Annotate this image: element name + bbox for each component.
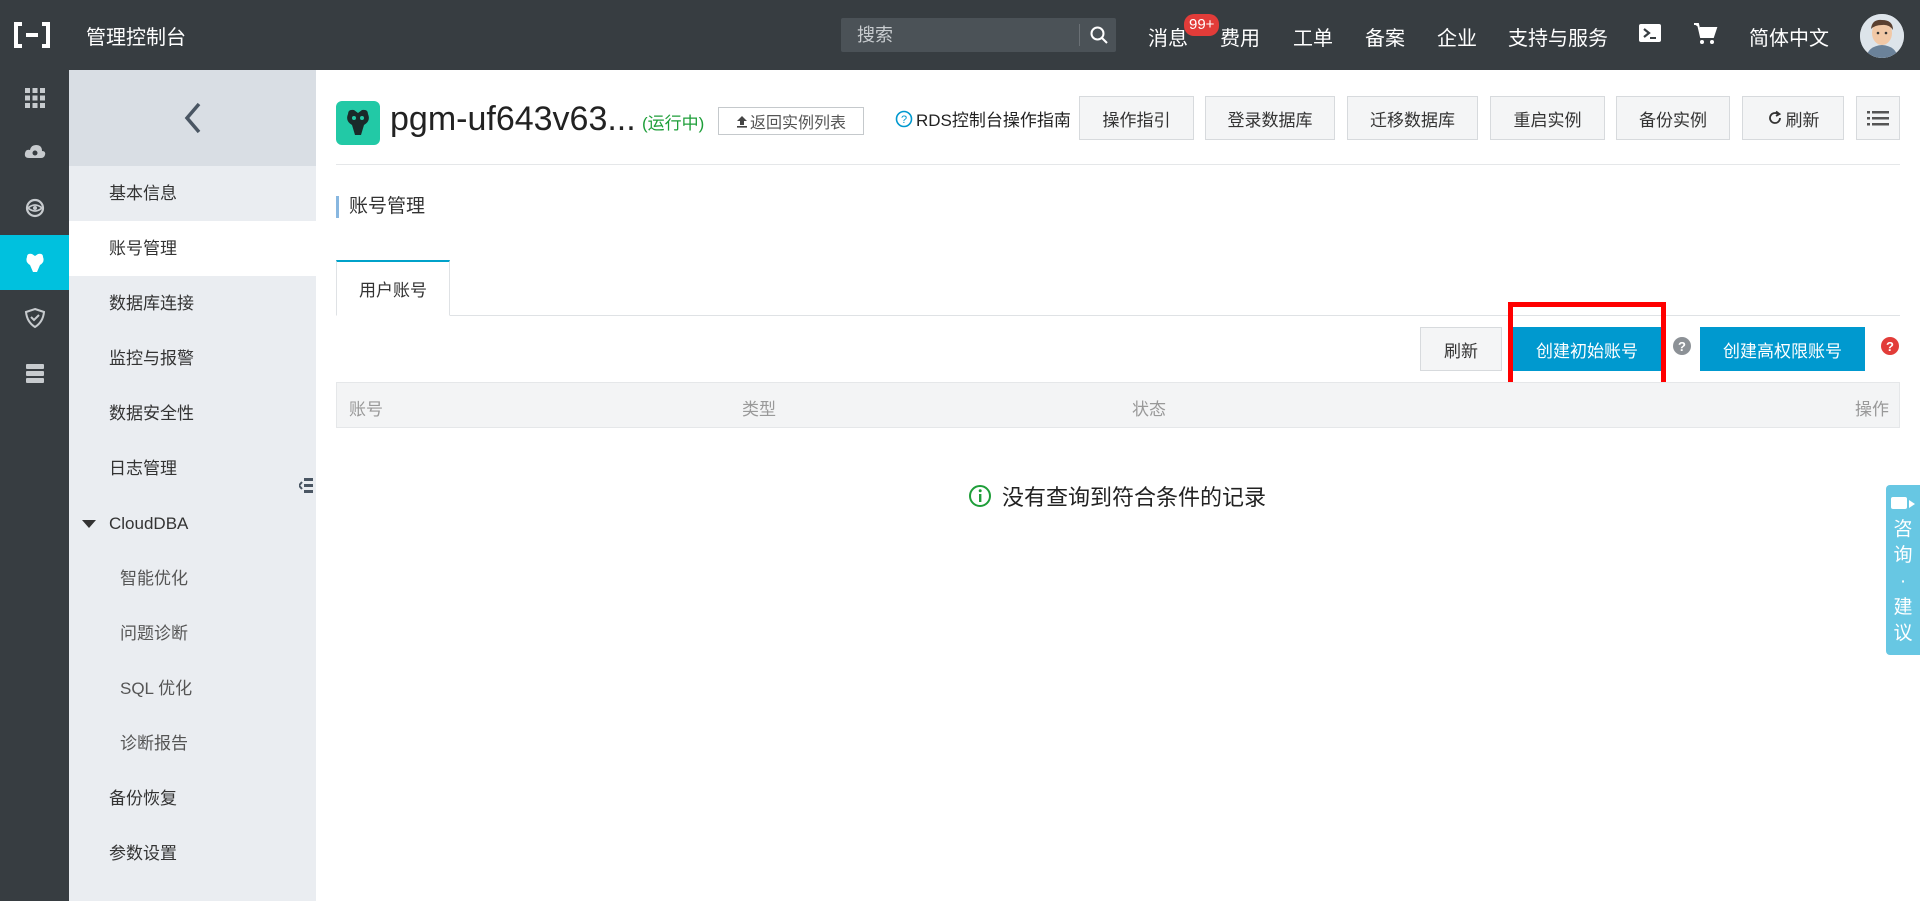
consult-char: 议 [1893, 623, 1913, 644]
rail-rds[interactable] [0, 235, 69, 290]
language-switch[interactable]: 简体中文 [1749, 22, 1829, 51]
empty-state-text: 没有查询到符合条件的记录 [1002, 485, 1267, 510]
login-database-button[interactable]: 登录数据库 [1205, 96, 1335, 140]
nav-messages[interactable]: 消息 [1148, 22, 1188, 51]
create-initial-help-icon[interactable]: ? [1673, 337, 1691, 355]
chat-icon [1891, 497, 1915, 509]
consult-char: · [1899, 571, 1907, 592]
sidebar-back-button[interactable] [69, 70, 316, 166]
info-icon [969, 485, 991, 507]
operation-guide-button[interactable]: 操作指引 [1079, 96, 1194, 140]
consult-suggest-widget[interactable]: 咨 询 · 建 议 [1886, 485, 1920, 655]
messages-badge: 99+ [1184, 14, 1220, 36]
rail-monitor[interactable] [0, 180, 69, 235]
sidebar-group-clouddba[interactable]: CloudDBA [69, 496, 316, 551]
restart-instance-button[interactable]: 重启实例 [1490, 96, 1605, 140]
cloud-server-icon [24, 144, 45, 158]
upload-arrow-icon [736, 115, 747, 128]
terminal-icon[interactable] [1637, 20, 1663, 46]
console-title[interactable]: 管理控制台 [86, 21, 186, 50]
create-privileged-account-button[interactable]: 创建高权限账号 [1700, 327, 1865, 371]
rds-guide-link[interactable]: ? RDS控制台操作指南 [895, 106, 1071, 131]
user-avatar-icon [1860, 14, 1904, 58]
collapse-list-icon [298, 478, 313, 493]
consult-char: 询 [1893, 545, 1913, 566]
nav-billing[interactable]: 费用 [1220, 22, 1260, 51]
sidebar-item-basic-info[interactable]: 基本信息 [69, 166, 316, 221]
migrate-database-button[interactable]: 迁移数据库 [1347, 96, 1478, 140]
accounts-table-header: 账号 类型 状态 操作 [336, 382, 1900, 428]
rail-ecs[interactable] [0, 125, 69, 180]
search-box [841, 18, 1116, 52]
refresh-instance-label: 刷新 [1785, 110, 1820, 130]
sidebar: 基本信息 账号管理 数据库连接 监控与报警 数据安全性 日志管理 CloudDB… [69, 70, 316, 901]
nav-filing[interactable]: 备案 [1365, 22, 1405, 51]
column-type: 类型 [742, 400, 776, 419]
list-menu-icon [1867, 111, 1889, 126]
avatar[interactable] [1860, 14, 1904, 58]
server-stack-icon [25, 363, 44, 383]
rail-all-products[interactable] [0, 70, 69, 125]
consult-char: 建 [1893, 597, 1913, 618]
rail-storage[interactable] [0, 345, 69, 400]
rail-security[interactable] [0, 290, 69, 345]
sidebar-item-parameters[interactable]: 参数设置 [69, 826, 316, 881]
chevron-left-icon [184, 102, 200, 134]
sidebar-item-smart-optimize[interactable]: 智能优化 [69, 551, 316, 606]
header-divider [336, 164, 1900, 165]
search-icon[interactable] [1089, 25, 1109, 45]
instance-icon [336, 101, 380, 145]
refresh-instance-button[interactable]: 刷新 [1742, 96, 1844, 140]
sidebar-group-label: CloudDBA [109, 514, 189, 533]
shield-icon [24, 307, 45, 328]
page-title: 账号管理 [336, 196, 425, 218]
grid-icon [24, 87, 45, 108]
sidebar-item-backup-restore[interactable]: 备份恢复 [69, 771, 316, 826]
sidebar-item-diagnosis[interactable]: 问题诊断 [69, 606, 316, 661]
sidebar-item-db-connection[interactable]: 数据库连接 [69, 276, 316, 331]
consult-char: 咨 [1893, 519, 1913, 540]
sidebar-item-sql-optimize[interactable]: SQL 优化 [69, 661, 316, 716]
nav-tickets[interactable]: 工单 [1293, 22, 1333, 51]
sidebar-item-account-management[interactable]: 账号管理 [69, 221, 316, 276]
instance-menu-button[interactable] [1856, 96, 1900, 140]
rds-guide-label: RDS控制台操作指南 [916, 111, 1071, 130]
aliyun-logo-icon[interactable] [12, 20, 52, 50]
rds-instance-icon [347, 109, 369, 135]
column-actions: 操作 [1855, 400, 1889, 419]
eye-monitor-icon [25, 198, 44, 217]
top-bar: 管理控制台 消息 99+ 费用 工单 备案 企业 支持与服务 简体中文 [0, 0, 1920, 70]
sidebar-collapse-toggle[interactable] [295, 451, 316, 519]
sidebar-item-log-management[interactable]: 日志管理 [69, 441, 316, 496]
instance-name: pgm-uf643v63... [390, 100, 636, 138]
tab-user-accounts[interactable]: 用户账号 [336, 260, 450, 316]
sidebar-item-monitoring[interactable]: 监控与报警 [69, 331, 316, 386]
back-to-list-button[interactable]: 返回实例列表 [718, 107, 864, 135]
left-icon-rail [0, 70, 69, 901]
highlight-annotation-box [1508, 302, 1666, 389]
help-circle-icon: ? [895, 110, 913, 127]
nav-support[interactable]: 支持与服务 [1508, 22, 1608, 51]
refresh-icon [1768, 110, 1781, 124]
database-rds-icon [25, 253, 44, 272]
column-account: 账号 [349, 400, 383, 419]
create-privileged-help-icon[interactable]: ? [1881, 337, 1899, 355]
column-status: 状态 [1132, 400, 1166, 419]
cart-icon[interactable] [1692, 20, 1718, 46]
empty-state-message: 没有查询到符合条件的记录 [968, 480, 1266, 512]
nav-enterprise[interactable]: 企业 [1437, 22, 1477, 51]
back-to-list-label: 返回实例列表 [749, 115, 846, 132]
sidebar-item-data-security[interactable]: 数据安全性 [69, 386, 316, 441]
backup-instance-button[interactable]: 备份实例 [1616, 96, 1730, 140]
instance-status: (运行中) [642, 114, 705, 133]
svg-text:?: ? [901, 114, 907, 126]
sidebar-item-diagnosis-report[interactable]: 诊断报告 [69, 716, 316, 771]
refresh-accounts-button[interactable]: 刷新 [1420, 327, 1502, 371]
caret-down-icon [82, 520, 96, 528]
search-separator [1079, 24, 1080, 46]
search-input[interactable] [841, 18, 1081, 52]
